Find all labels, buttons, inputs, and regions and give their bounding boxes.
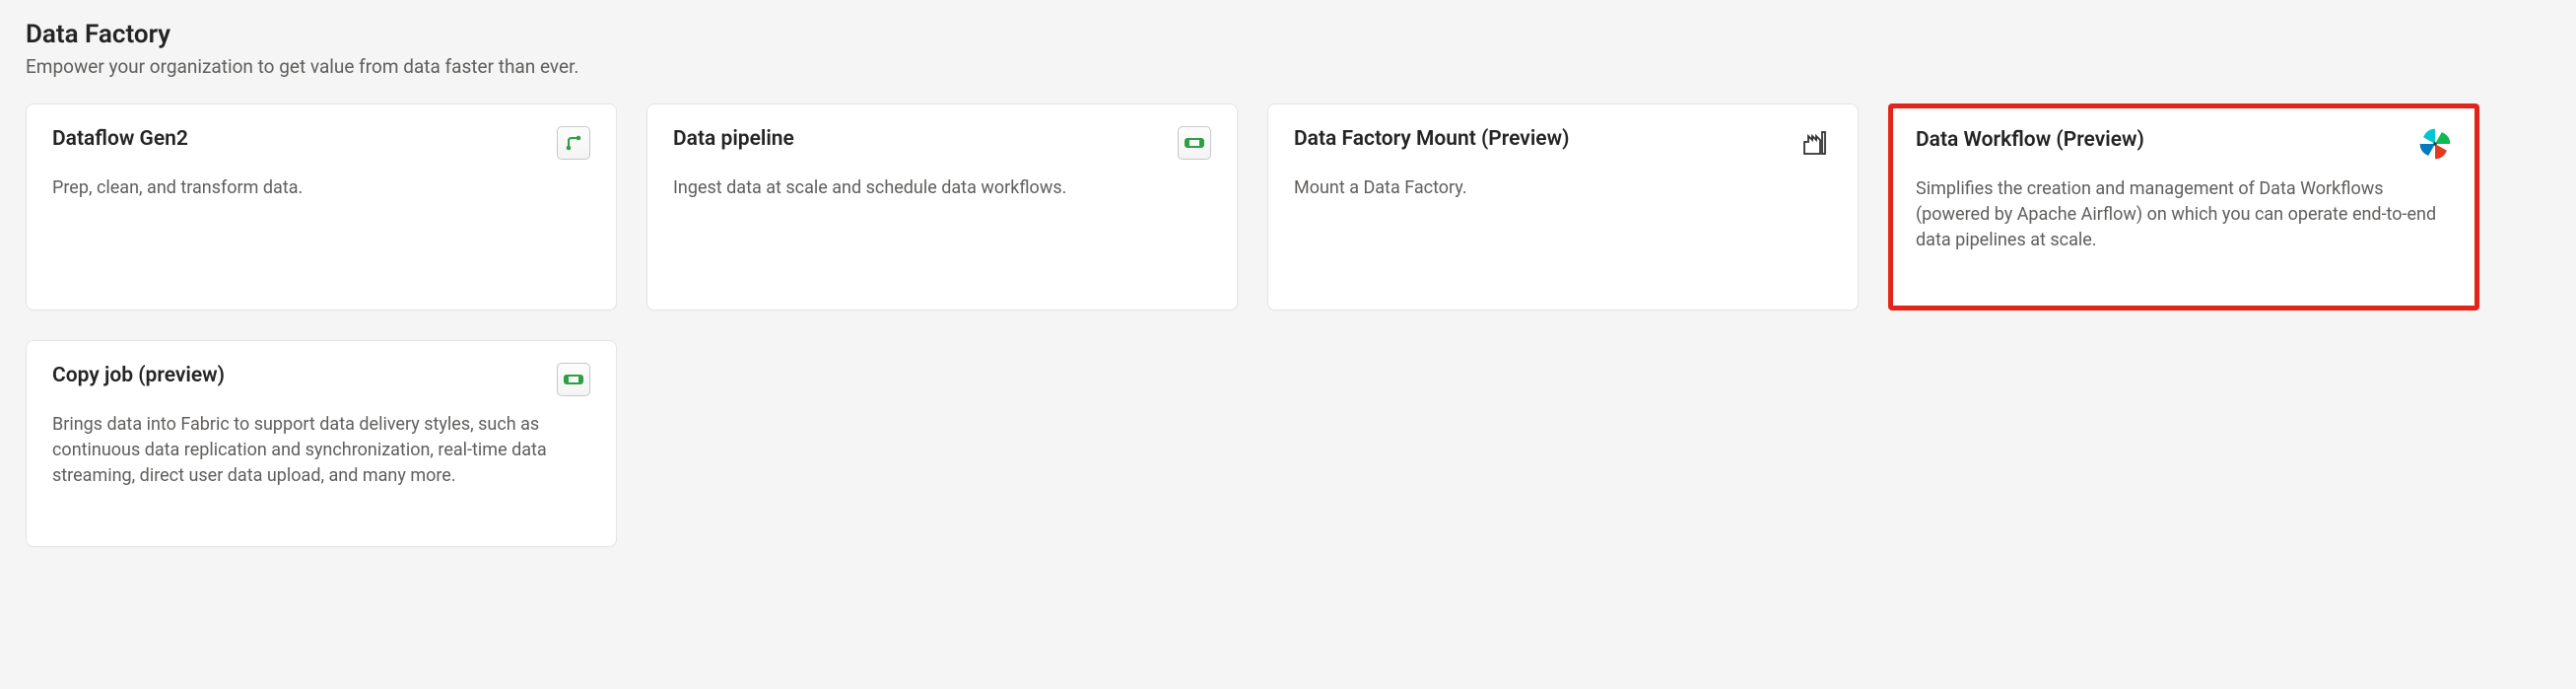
cards-grid: Dataflow Gen2 Prep, clean, and transform…	[26, 103, 2550, 547]
pipeline-icon	[1178, 126, 1211, 160]
card-header: Dataflow Gen2	[52, 126, 590, 160]
card-dataflow-gen2[interactable]: Dataflow Gen2 Prep, clean, and transform…	[26, 103, 617, 310]
card-title: Data pipeline	[673, 126, 794, 153]
card-title: Copy job (preview)	[52, 363, 225, 389]
card-data-pipeline[interactable]: Data pipeline Ingest data at scale and s…	[646, 103, 1238, 310]
card-title: Data Workflow (Preview)	[1916, 127, 2144, 154]
card-desc: Ingest data at scale and schedule data w…	[673, 175, 1211, 201]
pipeline-icon	[557, 363, 590, 396]
card-data-workflow[interactable]: Data Workflow (Preview) Simplifies the c…	[1888, 103, 2479, 310]
card-header: Data pipeline	[673, 126, 1211, 160]
airflow-icon	[2418, 127, 2452, 161]
card-title: Data Factory Mount (Preview)	[1294, 126, 1569, 153]
diagram-icon	[557, 126, 590, 160]
card-desc: Brings data into Fabric to support data …	[52, 412, 590, 489]
card-header: Data Workflow (Preview)	[1916, 127, 2452, 161]
card-header: Copy job (preview)	[52, 363, 590, 396]
factory-icon	[1798, 126, 1832, 160]
card-header: Data Factory Mount (Preview)	[1294, 126, 1832, 160]
page-title: Data Factory	[26, 20, 2550, 49]
card-desc: Prep, clean, and transform data.	[52, 175, 590, 201]
page-subtitle: Empower your organization to get value f…	[26, 55, 2550, 78]
card-copy-job[interactable]: Copy job (preview) Brings data into Fabr…	[26, 340, 617, 547]
card-desc: Mount a Data Factory.	[1294, 175, 1832, 201]
card-desc: Simplifies the creation and management o…	[1916, 176, 2452, 253]
card-data-factory-mount[interactable]: Data Factory Mount (Preview) Mount a Dat…	[1267, 103, 1859, 310]
card-title: Dataflow Gen2	[52, 126, 188, 153]
